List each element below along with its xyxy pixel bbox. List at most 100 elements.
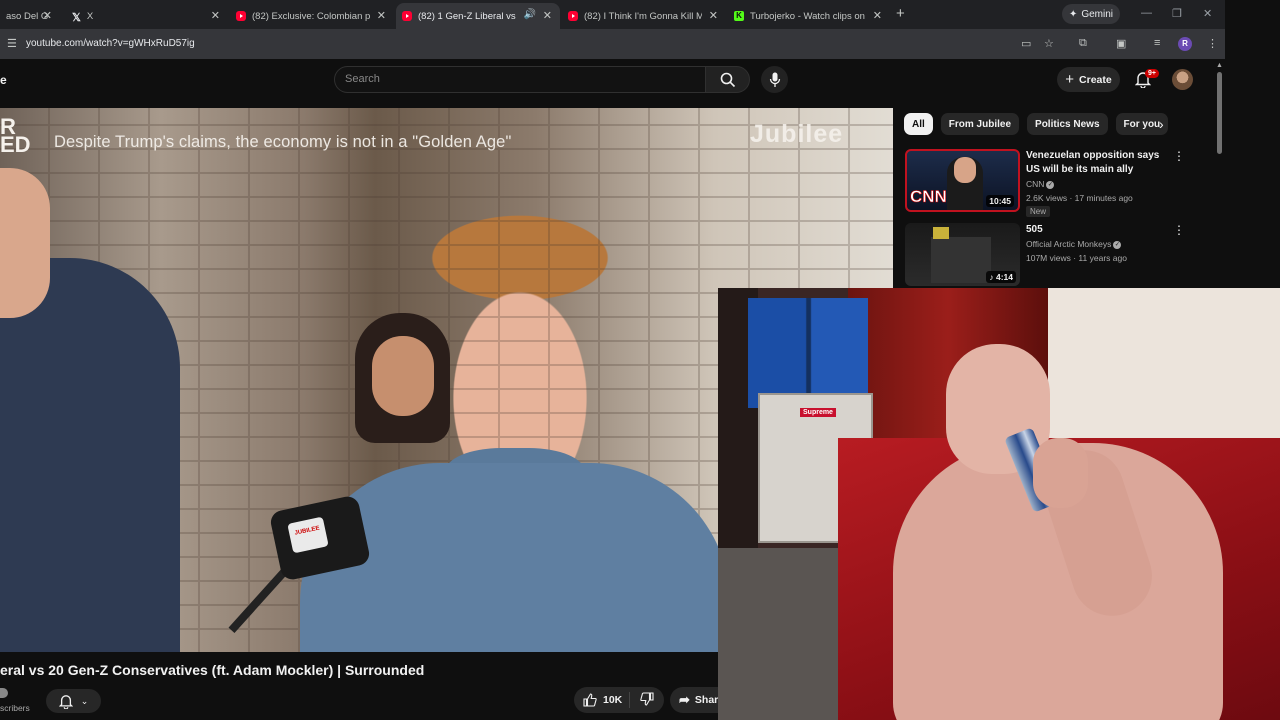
chip-all[interactable]: All <box>904 113 933 135</box>
site-info-icon[interactable]: ☰ <box>7 37 17 50</box>
youtube-icon <box>236 11 246 21</box>
chip-politics-news[interactable]: Politics News <box>1027 113 1108 135</box>
video-duration: ♪ 4:14 <box>986 271 1016 283</box>
close-icon[interactable]: ✕ <box>211 9 220 22</box>
youtube-icon <box>568 11 578 21</box>
channel-label: Official Arctic Monkeys <box>1026 239 1112 249</box>
create-label: Create <box>1079 73 1112 86</box>
recommendation-item[interactable]: CNN 10:45 Venezuelan opposition says US … <box>905 149 1205 217</box>
youtube-logo[interactable]: e <box>0 73 7 87</box>
close-icon[interactable]: ✕ <box>543 9 552 22</box>
thumbs-up-icon <box>583 693 597 707</box>
more-options-icon[interactable]: ⋮ <box>1173 149 1185 163</box>
tab-title: X <box>86 10 94 22</box>
video-meta: 2.6K views · 17 minutes ago <box>1026 193 1133 203</box>
video-caption-overlay: Despite Trump's claims, the economy is n… <box>54 133 512 151</box>
new-badge: New <box>1026 206 1051 217</box>
like-count: 10K <box>603 694 623 706</box>
menu-kebab-icon[interactable]: ⋮ <box>1207 37 1218 50</box>
like-button[interactable]: 10K <box>574 692 630 708</box>
cast-icon[interactable]: ▭ <box>1021 37 1031 50</box>
subscriber-count: scribers <box>0 703 30 713</box>
url-field[interactable]: youtube.com/watch?v=gWHxRuD57ig <box>26 38 195 49</box>
browser-tab[interactable]: aso Del G ✕ <box>0 3 60 29</box>
foreground-person-left <box>0 258 180 652</box>
x-logo-icon: 𝕏 <box>72 12 81 24</box>
thumbnail-sign <box>933 227 949 239</box>
tab-title: Turbojerko - Watch clips on Ki <box>750 10 868 22</box>
close-icon[interactable]: ✕ <box>377 9 386 22</box>
filter-chips: All From Jubilee Politics News For you <box>904 113 1169 135</box>
scroll-up-icon[interactable]: ▲ <box>1216 62 1223 69</box>
subscription-bell-button[interactable]: ⌄ <box>46 689 101 713</box>
chip-from-jubilee[interactable]: From Jubilee <box>940 113 1020 135</box>
recommendation-title: Venezuelan opposition says US will be it… <box>1026 150 1160 175</box>
chevron-right-icon[interactable]: › <box>1159 116 1164 132</box>
browser-tab[interactable]: 𝕏 X ✕ <box>66 3 228 29</box>
webcam-sticker: Supreme <box>800 408 836 417</box>
thumbs-down-icon <box>640 691 654 706</box>
profile-avatar[interactable]: R <box>1178 37 1192 51</box>
browser-tab-active[interactable]: (82) 1 Gen-Z Liberal vs 20 G 🔊 ✕ <box>396 3 560 29</box>
address-bar: ☰ youtube.com/watch?v=gWHxRuD57ig ▭ ☆ ⧉ … <box>0 29 1225 59</box>
bookmark-star-icon[interactable]: ☆ <box>1044 37 1054 50</box>
show-logo-overlay: R ED <box>0 114 31 157</box>
video-meta: 107M views · 11 years ago <box>1026 253 1127 263</box>
notification-badge: 9+ <box>1145 69 1159 78</box>
duration-text: 4:14 <box>995 272 1013 282</box>
close-icon[interactable]: ✕ <box>873 9 882 22</box>
video-thumbnail[interactable]: CNN 10:45 <box>905 149 1020 212</box>
jubilee-watermark: Jubilee <box>750 120 844 148</box>
video-duration: 10:45 <box>986 195 1014 207</box>
recommendation-item[interactable]: ♪ 4:14 505 Official Arctic Monkeys ✓ 107M… <box>905 223 1205 289</box>
tab-title: (82) 1 Gen-Z Liberal vs 20 G <box>418 10 518 22</box>
search-input[interactable] <box>345 73 645 85</box>
verified-icon: ✓ <box>1046 180 1055 189</box>
browser-tab[interactable]: (82) I Think I'm Gonna Kill Mys ✕ <box>562 3 726 29</box>
webcam-person-hand <box>1033 438 1088 508</box>
browser-tab[interactable]: (82) Exclusive: Colombian presi ✕ <box>230 3 394 29</box>
share-arrow-icon: ➦ <box>679 692 690 707</box>
music-note-icon: ♪ <box>989 272 994 282</box>
minimize-icon[interactable]: — <box>1141 7 1152 19</box>
speaker-icon[interactable]: 🔊 <box>524 9 536 20</box>
plus-icon: + <box>1065 71 1075 88</box>
create-button[interactable]: + Create <box>1057 67 1120 92</box>
tab-title: (82) Exclusive: Colombian presi <box>252 10 370 22</box>
microphone-icon <box>769 72 780 87</box>
browser-tab[interactable]: K Turbojerko - Watch clips on Ki ✕ <box>728 3 890 29</box>
webcam-overlay: Supreme <box>718 288 1280 720</box>
search-icon <box>720 72 735 87</box>
voice-search-button[interactable] <box>761 66 788 93</box>
kick-icon: K <box>734 11 744 21</box>
restore-icon[interactable]: ❐ <box>1172 7 1182 20</box>
gemini-button[interactable]: ✦ Gemini <box>1062 4 1120 24</box>
webcam-wall <box>1048 288 1280 458</box>
search-box[interactable] <box>334 66 706 93</box>
thumbnail-anchor-face <box>954 157 976 183</box>
video-thumbnail[interactable]: ♪ 4:14 <box>905 223 1020 286</box>
search-button[interactable] <box>705 66 750 93</box>
account-avatar[interactable] <box>1172 69 1193 90</box>
new-tab-icon[interactable]: + <box>896 5 905 22</box>
close-icon[interactable]: ✕ <box>43 9 52 22</box>
extensions-icon[interactable]: ⧉ <box>1079 37 1087 50</box>
like-dislike-group: 10K <box>574 687 664 713</box>
sidepanel-icon[interactable]: ▣ <box>1116 37 1126 50</box>
channel-label: CNN <box>1026 179 1045 189</box>
foreground-person-head <box>0 168 50 318</box>
media-controls-icon[interactable]: ≡ <box>1154 37 1160 49</box>
sparkle-icon: ✦ <box>1068 8 1078 20</box>
tab-title: (82) I Think I'm Gonna Kill Mys <box>584 10 702 22</box>
close-icon[interactable]: ✕ <box>709 9 718 22</box>
close-window-icon[interactable]: ✕ <box>1203 7 1212 20</box>
more-options-icon[interactable]: ⋮ <box>1173 223 1185 237</box>
scrollbar-thumb[interactable] <box>1217 72 1222 154</box>
gemini-label: Gemini <box>1081 8 1114 20</box>
video-title: eral vs 20 Gen-Z Conservatives (ft. Adam… <box>0 662 425 678</box>
cnn-logo: CNN <box>910 187 947 207</box>
bell-icon <box>58 694 73 709</box>
chevron-down-icon: ⌄ <box>80 695 89 706</box>
share-label: Shar <box>694 694 719 706</box>
dislike-button[interactable] <box>630 691 654 709</box>
